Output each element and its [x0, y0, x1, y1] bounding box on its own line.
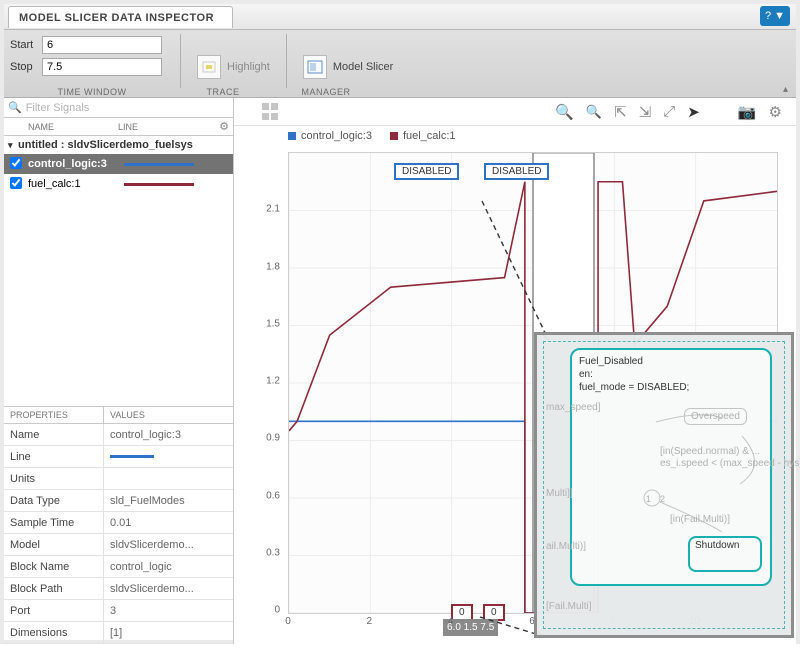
legend-item-a: control_logic:3: [288, 130, 372, 142]
gear-icon[interactable]: ⚙: [219, 120, 229, 133]
model-slicer-button[interactable]: Model Slicer: [297, 51, 400, 83]
prop-row: Units: [4, 468, 233, 490]
pointer-icon[interactable]: ➤: [687, 103, 700, 121]
zoom-y-icon[interactable]: ⇲: [639, 103, 652, 121]
camera-icon[interactable]: 📷: [738, 103, 757, 121]
properties-table: Namecontrol_logic:3LineUnitsData Typesld…: [4, 424, 233, 644]
filter-signals-field[interactable]: 🔍 Filter Signals: [4, 98, 233, 118]
stop-input[interactable]: [42, 58, 162, 76]
disabled-badge-a: DISABLED: [394, 163, 459, 180]
prop-row: Port3: [4, 600, 233, 622]
tree-group[interactable]: ▾ untitled : sldvSlicerdemo_fuelsys: [4, 136, 233, 154]
signals-header: NAME LINE ⚙: [4, 118, 233, 136]
time-window-label: TIME WINDOW: [4, 87, 180, 97]
signals-tree: ▾ untitled : sldvSlicerdemo_fuelsys cont…: [4, 136, 233, 406]
highlight-icon: [197, 55, 221, 79]
stateflow-callout: Fuel_Disabled en: fuel_mode = DISABLED; …: [534, 332, 794, 638]
fit-icon[interactable]: ⤢: [663, 103, 675, 120]
prop-row: Block Namecontrol_logic: [4, 556, 233, 578]
zoom-in-icon[interactable]: 🔍: [555, 103, 574, 121]
prop-row: Namecontrol_logic:3: [4, 424, 233, 446]
y-axis: 00.30.60.91.21.51.82.1: [234, 152, 286, 614]
svg-text:2: 2: [660, 494, 665, 504]
search-icon: 🔍: [8, 101, 22, 114]
settings-gear-icon[interactable]: ⚙: [769, 103, 782, 121]
subplot-grid-icon[interactable]: [262, 103, 280, 121]
sidebar: 🔍 Filter Signals NAME LINE ⚙ ▾ untitled …: [4, 98, 234, 644]
manager-label: MANAGER: [266, 87, 386, 97]
prop-row: Dimensions[1]: [4, 622, 233, 644]
shutdown-state: Shutdown: [695, 540, 739, 551]
signal-checkbox[interactable]: [10, 177, 22, 189]
collapse-ribbon-icon[interactable]: ▴: [783, 84, 788, 95]
disabled-badge-b: DISABLED: [484, 163, 549, 180]
start-input[interactable]: [42, 36, 162, 54]
signal-row[interactable]: fuel_calc:1: [4, 174, 233, 194]
legend: control_logic:3 fuel_calc:1: [234, 126, 796, 146]
start-label: Start: [10, 39, 42, 51]
ribbon-toolbar: Start Stop Highlight Model Slicer TIME W…: [4, 30, 796, 98]
chevron-down-icon: ▾: [8, 140, 18, 151]
zoom-x-icon[interactable]: ⇱: [614, 103, 627, 121]
prop-row: Line: [4, 446, 233, 468]
prop-row: ModelsldvSlicerdemo...: [4, 534, 233, 556]
overspeed-state: Overspeed: [684, 408, 747, 425]
stop-label: Stop: [10, 61, 42, 73]
signal-row[interactable]: control_logic:3: [4, 154, 233, 174]
app-tab[interactable]: MODEL SLICER DATA INSPECTOR: [8, 6, 233, 28]
zoom-out-icon[interactable]: 🔍: [586, 104, 602, 120]
props-header: PROPERTIES VALUES: [4, 406, 233, 424]
state-title: Fuel_Disabled: [579, 355, 763, 368]
legend-item-b: fuel_calc:1: [390, 130, 456, 142]
title-bar: MODEL SLICER DATA INSPECTOR ? ▼: [4, 4, 796, 30]
signal-checkbox[interactable]: [10, 157, 22, 169]
model-slicer-icon: [303, 55, 327, 79]
prop-row: Data Typesld_FuelModes: [4, 490, 233, 512]
help-button[interactable]: ? ▼: [760, 6, 790, 26]
trace-label: TRACE: [180, 87, 266, 97]
prop-row: Sample Time0.01: [4, 512, 233, 534]
prop-row: Block PathsldvSlicerdemo...: [4, 578, 233, 600]
highlight-button[interactable]: Highlight: [191, 51, 276, 83]
svg-text:1: 1: [646, 494, 651, 504]
plot-toolbar: 🔍 🔍 ⇱ ⇲ ⤢ ➤ 📷 ⚙: [234, 98, 796, 126]
